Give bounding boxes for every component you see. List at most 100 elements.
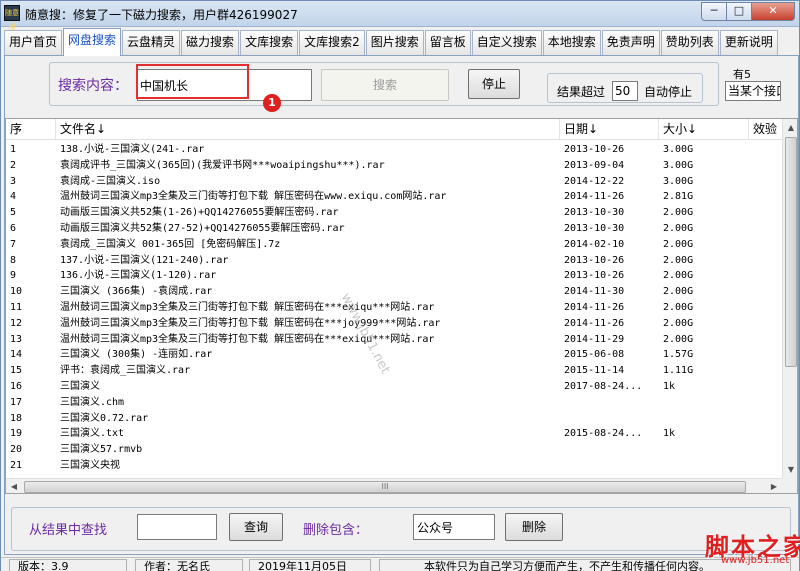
row-date: 2015-11-14 (564, 365, 625, 377)
row-filename: 136.小说-三国演义(1-120).rar (60, 270, 217, 282)
find-in-results-input[interactable] (137, 514, 217, 540)
row-filename: 138.小说-三国演义(241-.rar (60, 144, 205, 155)
source-option-select[interactable]: 当某个接口 (725, 81, 781, 101)
stop-button[interactable]: 停止 (468, 69, 520, 99)
tab-5[interactable]: 文库搜索2 (299, 30, 365, 55)
tab-11[interactable]: 赞助列表 (660, 30, 719, 55)
table-row[interactable]: 1 138.小说-三国演义(241-.rar 2013-10-26 3.00G (6, 142, 782, 158)
status-version: 版本：3.9 (9, 559, 127, 571)
row-date: 2013-09-04 (564, 159, 625, 171)
results-rows: 1 138.小说-三国演义(241-.rar 2013-10-26 3.00G 2 袁阔成… (6, 140, 782, 478)
column-header-index[interactable]: 序 (6, 119, 56, 139)
column-header-size[interactable]: 大小↓ (659, 119, 749, 139)
table-row[interactable]: 9 136.小说-三国演义(1-120).rar 2013-10-26 2.00G (6, 268, 782, 284)
horizontal-scroll-thumb[interactable]: III (24, 481, 746, 493)
main-tabs: 用户首页 网盘搜索 云盘精灵 磁力搜索 文库搜索 文库搜索2 图片搜索 留言板 自定义搜索 本地搜… (4, 28, 779, 56)
row-size: 1.57G (663, 349, 694, 361)
scroll-down-icon[interactable]: ▼ (783, 461, 797, 478)
row-size: 2.00G (663, 286, 694, 298)
tab-3[interactable]: 磁力搜索 (181, 30, 240, 55)
row-index: 9 (10, 270, 17, 282)
table-row[interactable]: 16 三国演义 2017-08-24... 1k (6, 379, 782, 395)
minimize-button[interactable]: ─ (701, 2, 727, 21)
row-size (663, 442, 723, 458)
row-size: 2.81G (663, 191, 694, 203)
result-limit-input[interactable] (612, 81, 638, 101)
tab-4[interactable]: 文库搜索 (240, 30, 299, 55)
table-row[interactable]: 18 三国演义0.72.rar (6, 411, 782, 427)
annotation-badge: 1 (263, 94, 281, 112)
row-size: 2.00G (663, 302, 694, 313)
tab-12[interactable]: 更新说明 (719, 30, 778, 55)
row-index: 16 (10, 381, 23, 392)
table-row[interactable]: 14 三国演义 (300集) -连丽如.rar 2015-06-08 1.57G (6, 347, 782, 363)
row-index: 10 (10, 286, 23, 298)
table-row[interactable]: 21 三国演义央视 (6, 458, 782, 474)
row-size (663, 395, 723, 411)
table-row[interactable]: 8 137.小说-三国演义(121-240).rar 2013-10-26 2.00G (6, 253, 782, 269)
exclude-label: 删除包含： (303, 523, 369, 538)
table-row[interactable]: 7 袁阔成_三国演义 001-365回 [免密码解压].7z 2014-02-10 2… (6, 237, 782, 253)
row-index: 15 (10, 365, 23, 377)
title-bar[interactable]: 随意搜 随意搜：修复了一下磁力搜索，用户群426199027 ─ □ ✕ (1, 1, 799, 31)
tab-9[interactable]: 本地搜索 (542, 30, 601, 55)
tab-7[interactable]: 留言板 (424, 30, 471, 55)
column-header-date[interactable]: 日期↓ (560, 119, 659, 139)
watermark-url: www.jb51.net (721, 555, 790, 566)
table-row[interactable]: 5 动画版三国演义共52集(1-26)+QQ14276055要解压密码.rar 20… (6, 205, 782, 221)
row-filename: 三国演义.chm (60, 396, 125, 408)
column-header-filename[interactable]: 文件名↓ (56, 119, 560, 139)
status-bar: 版本：3.9 作者：无名氏 2019年11月05日 本软件只为自己学习方便而产生… (1, 557, 799, 571)
row-date: 2015-06-08 (564, 349, 625, 361)
table-row[interactable]: 10 三国演义 (366集) -袁阔成.rar 2014-11-30 2.00G (6, 284, 782, 300)
row-filename: 温州鼓词三国演义mp3全集及三门街等打包下载 解压密码在***exiqu***网… (60, 333, 435, 345)
row-filename: 温州鼓词三国演义mp3全集及三门街等打包下载 解压密码在***exiqu***网… (60, 302, 435, 313)
row-index: 21 (10, 460, 23, 471)
table-row[interactable]: 2 袁阔成评书_三国演义(365回)(我爱评书网***woaipingshu***… (6, 158, 782, 174)
row-index: 8 (10, 254, 17, 266)
tab-8[interactable]: 自定义搜索 (471, 30, 542, 55)
table-row[interactable]: 6 动画版三国演义共52集(27-52)+QQ14276055要解压密码.rar 2… (6, 221, 782, 237)
row-date: 2013-10-30 (564, 207, 625, 219)
tab-10[interactable]: 免责声明 (601, 30, 660, 55)
row-index: 19 (10, 428, 23, 440)
column-header-checksum[interactable]: 效验 (749, 119, 782, 139)
table-row[interactable]: 4 温州鼓词三国演义mp3全集及三门街等打包下载 解压密码在www.exiqu.c… (6, 189, 782, 205)
row-size (663, 458, 723, 474)
table-row[interactable]: 17 三国演义.chm (6, 395, 782, 411)
row-date: 2014-11-30 (564, 286, 625, 298)
horizontal-scrollbar[interactable]: ◀ III ▶ (6, 478, 782, 493)
table-row[interactable]: 13 温州鼓词三国演义mp3全集及三门街等打包下载 解压密码在***exiqu**… (6, 332, 782, 348)
row-size: 2.00G (663, 317, 694, 329)
vertical-scrollbar[interactable]: ▲ ▼ (782, 119, 797, 478)
table-row[interactable]: 20 三国演义57.rmvb (6, 442, 782, 458)
tab-1[interactable]: 网盘搜索 (63, 28, 122, 56)
app-window: 随意搜 随意搜：修复了一下磁力搜索，用户群426199027 ─ □ ✕ 用户首… (0, 0, 800, 571)
vertical-scroll-thumb[interactable] (785, 137, 797, 367)
row-date: 2014-12-22 (564, 175, 625, 187)
exclude-keyword-input[interactable] (413, 514, 495, 540)
table-row[interactable]: 12 温州鼓词三国演义mp3全集及三门街等打包下载 解压密码在***joy999*… (6, 316, 782, 332)
maximize-button[interactable]: □ (727, 2, 752, 21)
row-index: 14 (10, 349, 23, 361)
search-button[interactable]: 搜索 (321, 69, 449, 101)
row-index: 4 (10, 191, 17, 203)
tab-2[interactable]: 云盘精灵 (122, 30, 181, 55)
row-size: 2.00G (663, 254, 694, 266)
tab-0[interactable]: 用户首页 (4, 30, 63, 55)
scroll-right-icon[interactable]: ▶ (766, 479, 782, 493)
find-button[interactable]: 查询 (229, 513, 283, 541)
limit-prefix-label: 结果超过 (557, 85, 606, 99)
delete-button[interactable]: 删除 (505, 513, 563, 541)
close-button[interactable]: ✕ (752, 2, 795, 21)
tab-6[interactable]: 图片搜索 (365, 30, 424, 55)
row-filename: 袁阔成评书_三国演义(365回)(我爱评书网***woaipingshu***)… (60, 159, 385, 171)
table-row[interactable]: 3 袁阔成-三国演义.iso 2014-12-22 3.00G (6, 174, 782, 190)
table-row[interactable]: 15 评书：袁阔成_三国演义.rar 2015-11-14 1.11G (6, 363, 782, 379)
scroll-left-icon[interactable]: ◀ (6, 479, 22, 493)
table-row[interactable]: 19 三国演义.txt 2015-08-24... 1k (6, 426, 782, 442)
row-index: 13 (10, 333, 23, 345)
search-label: 搜索内容： (58, 78, 128, 94)
table-row[interactable]: 11 温州鼓词三国演义mp3全集及三门街等打包下载 解压密码在***exiqu**… (6, 300, 782, 316)
scroll-up-icon[interactable]: ▲ (783, 119, 797, 136)
